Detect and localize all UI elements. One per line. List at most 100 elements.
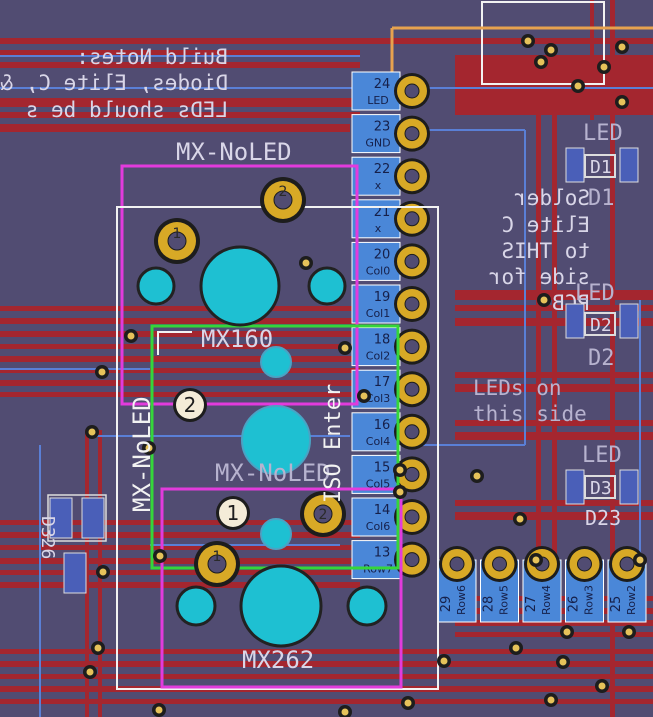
svg-text:D3: D3 (590, 478, 612, 499)
via (513, 512, 527, 526)
via (537, 293, 551, 307)
via (544, 43, 558, 57)
mx-noled-mid-label: MX-NoLED (215, 459, 331, 487)
mcu-pin-number: 26 (567, 596, 582, 613)
pad-2-top: 2 (279, 184, 288, 200)
svg-text:D1: D1 (590, 157, 612, 178)
mcu-pin-24: 24 LED (351, 71, 430, 111)
mcu-pin-22: 22 x (351, 156, 430, 196)
mcu-pin-number: 28 (482, 596, 497, 613)
via (470, 469, 484, 483)
via (622, 625, 636, 639)
svg-text:LEDs on: LEDs on (473, 376, 562, 400)
via (153, 549, 167, 563)
mcu-pin-21: 21x (351, 199, 430, 239)
via (95, 365, 109, 379)
mcu-pin-28: 28 Row5 (480, 546, 519, 623)
pad-1-bottom: 1 (213, 549, 222, 565)
mx262-label: MX262 (242, 646, 314, 674)
callout-2: 2 (173, 388, 207, 422)
svg-text:to THIS: to THIS (501, 239, 590, 263)
via (534, 55, 548, 69)
via (597, 60, 611, 74)
svg-text:LEDs should be s: LEDs should be s (26, 98, 228, 122)
mx-noled-side-label: MX-NoLED (128, 396, 156, 512)
mcu-pin-net: Col2 (366, 350, 390, 363)
mx-noled-top-center-hole (199, 245, 281, 327)
mcu-pin-16: 16 Col4 (351, 412, 430, 452)
mcu-pin-net: x (375, 222, 382, 235)
mcu-pin-net: Col1 (366, 307, 390, 320)
via (615, 40, 629, 54)
svg-text:Diodes, Elite C, &: Diodes, Elite C, & (0, 71, 228, 95)
via (437, 654, 451, 668)
pad-2-bottom: 2 (319, 507, 328, 523)
mcu-pin-number: 18 (374, 333, 391, 348)
svg-text:1: 1 (227, 501, 240, 525)
mcu-pin-18: 18 Col2 (351, 327, 430, 367)
mx262-stab-hole (260, 518, 292, 550)
svg-text:2: 2 (184, 393, 197, 417)
mcu-pin-number: 17 (374, 375, 391, 390)
via (91, 641, 105, 655)
via (560, 625, 574, 639)
svg-text:this side: this side (473, 402, 587, 426)
mcu-pin-net: LED (367, 94, 389, 107)
via (83, 665, 97, 679)
mcu-pin-number: 24 (374, 77, 391, 92)
via (521, 34, 535, 48)
mcu-pin-net: Col0 (366, 264, 390, 277)
pad-1-top: 1 (173, 226, 182, 242)
mx262-center-hole (239, 564, 323, 648)
mcu-pin-net: Row3 (583, 585, 596, 615)
mcu-pin-number: 27 (524, 596, 539, 613)
via (85, 425, 99, 439)
via (401, 696, 415, 710)
svg-text:LED: LED (582, 443, 622, 468)
mcu-pin-number: 13 (374, 546, 391, 561)
via (124, 329, 138, 343)
svg-text:Build Notes:: Build Notes: (76, 45, 228, 69)
svg-text:LED: LED (575, 281, 615, 306)
svg-text:LED: LED (583, 121, 623, 146)
mcu-pin-23: 23 GND (351, 114, 430, 154)
svg-text:D2: D2 (590, 315, 612, 336)
mcu-pin-net: Row2 (625, 585, 638, 615)
mcu-pin-13: 13Row7 (351, 540, 430, 580)
via (152, 703, 166, 717)
mcu-pin-29: 29 Row6 (437, 546, 477, 623)
mcu-pin-net: Row5 (498, 585, 511, 615)
mcu-pin-number: 15 (374, 460, 391, 475)
mx-noled-top-left-hole (136, 266, 176, 306)
via (633, 553, 647, 567)
via (299, 256, 313, 270)
mcu-pin-net: Row4 (540, 585, 553, 615)
mcu-pin-net: Row6 (455, 585, 468, 615)
svg-text:D2: D2 (588, 346, 615, 371)
via (529, 553, 543, 567)
mx160-label: MX160 (201, 325, 273, 353)
mx-noled-top-label: MX-NoLED (176, 138, 292, 166)
via (393, 485, 407, 499)
via (96, 565, 110, 579)
callout-1: 1 (216, 496, 250, 530)
pcb-view[interactable]: 24 LED 23 GND 22 x 21 x 20 Col0 19 Col1 18 Col2 17 Col3… (0, 0, 653, 717)
svg-text:D23: D23 (585, 506, 621, 530)
mcu-pin-14: 14 Col6 (351, 497, 430, 537)
via (556, 655, 570, 669)
via (357, 389, 371, 403)
svg-text:Elite C: Elite C (501, 213, 590, 237)
mcu-pin-20: 20 Col0 (351, 241, 430, 281)
mcu-pin-26: 26 Row3 (565, 546, 604, 623)
via (571, 79, 585, 93)
svg-text:D1: D1 (588, 186, 615, 211)
mx262-left-hole (175, 585, 217, 627)
iso-enter-label: ISO Enter (321, 384, 346, 503)
pcb-canvas[interactable]: 24LED23GND22x21x20Col019Col118Col217Col3… (0, 0, 653, 717)
mcu-pin-number: 14 (374, 503, 391, 518)
mcu-pin-net: x (375, 179, 382, 192)
mcu-pin-number: 29 (439, 596, 454, 613)
via (595, 679, 609, 693)
mcu-pin-number: 25 (609, 596, 624, 613)
via (615, 95, 629, 109)
